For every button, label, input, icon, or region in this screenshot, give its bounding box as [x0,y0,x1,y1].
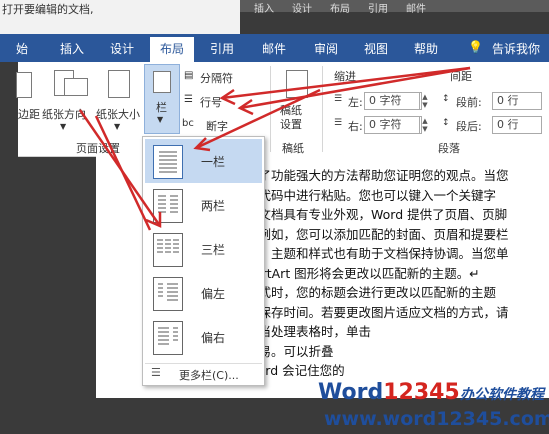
annotation-arrows [78,66,471,231]
arrow-diagonal [94,115,152,231]
arrow-to-document [193,88,321,152]
